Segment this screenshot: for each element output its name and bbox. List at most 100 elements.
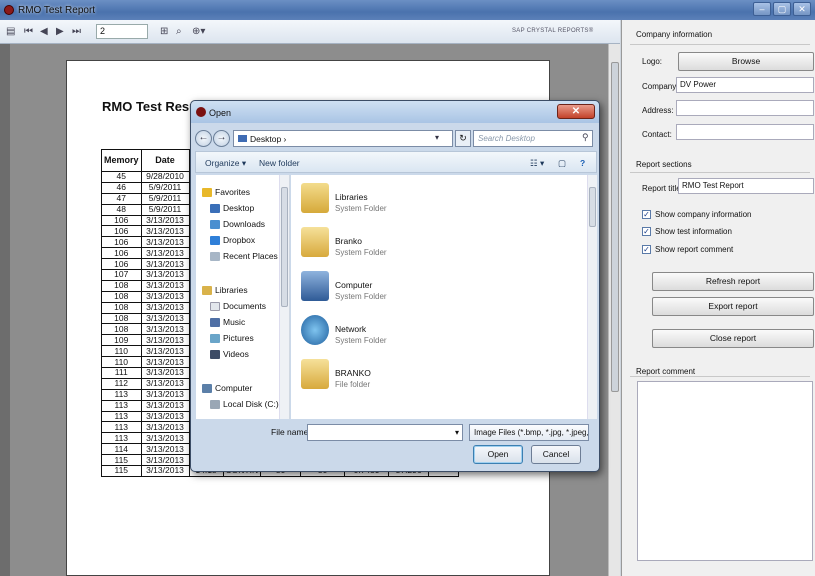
navigation-pane: Favorites Desktop Downloads Dropbox Rece… — [196, 175, 290, 419]
maximize-button[interactable]: ▢ — [773, 2, 791, 16]
view-options-icon[interactable]: ☷ ▾ — [530, 158, 544, 169]
table-cell: 106 — [101, 258, 142, 271]
folder-icon — [238, 135, 247, 142]
file-type: System Folder — [335, 248, 387, 257]
nav-label: Dropbox — [223, 235, 256, 245]
file-item[interactable]: Network System Folder — [301, 315, 501, 357]
preview-pane-icon[interactable]: ▢ — [558, 158, 566, 169]
file-scrollbar[interactable] — [587, 175, 597, 419]
nav-label: Favorites — [215, 187, 250, 197]
file-type-select[interactable]: Image Files (*.bmp, *.jpg, *.jpeg, * — [469, 424, 589, 441]
nav-label: Downloads — [223, 219, 266, 229]
show-comment-checkbox[interactable]: ✓ — [642, 245, 651, 254]
table-header-cell: Date — [140, 149, 190, 172]
refresh-report-button[interactable]: Refresh report — [652, 272, 814, 291]
last-page-icon[interactable]: ⏭ — [72, 26, 81, 37]
show-comment-label: Show report comment — [655, 245, 734, 254]
new-folder-button[interactable]: New folder — [259, 158, 300, 168]
table-cell: 45 — [101, 171, 142, 183]
search-icon[interactable]: ⚲ — [582, 132, 589, 143]
close-button[interactable]: ✕ — [793, 2, 811, 16]
address-location: Desktop › — [250, 134, 287, 144]
window-controls: – ▢ ✕ — [753, 2, 811, 16]
address-field[interactable] — [676, 100, 814, 116]
nav-downloads[interactable]: Downloads — [210, 219, 266, 230]
nav-recent-places[interactable]: Recent Places — [210, 251, 278, 262]
table-cell: 3/13/2013 — [140, 247, 190, 260]
table-cell: 46 — [101, 181, 142, 194]
find-icon[interactable]: ⌕ — [176, 26, 182, 37]
nav-videos[interactable]: Videos — [210, 349, 249, 360]
nav-local-disk[interactable]: Local Disk (C:) — [210, 399, 279, 410]
minimize-button[interactable]: – — [753, 2, 771, 16]
export-icon[interactable]: ▤ — [6, 26, 15, 37]
music-icon — [210, 318, 220, 328]
page-number-input[interactable]: 2 — [96, 24, 148, 39]
nav-label: Pictures — [223, 333, 254, 343]
file-name: Network — [335, 324, 367, 334]
back-arrow-icon[interactable]: ← — [195, 130, 212, 147]
address-bar[interactable]: Desktop › — [233, 130, 453, 147]
prev-page-icon[interactable]: ◀ — [40, 26, 48, 37]
nav-dropbox[interactable]: Dropbox — [210, 235, 256, 246]
table-cell: 115 — [101, 465, 142, 477]
show-company-checkbox[interactable]: ✓ — [642, 210, 651, 219]
next-page-icon[interactable]: ▶ — [56, 26, 64, 37]
cancel-button[interactable]: Cancel — [531, 445, 581, 464]
table-cell: 109 — [101, 334, 142, 347]
report-comment-field[interactable] — [637, 381, 813, 561]
help-icon[interactable]: ? — [580, 158, 585, 168]
nav-pictures[interactable]: Pictures — [210, 333, 254, 344]
nav-libraries[interactable]: Libraries — [202, 285, 248, 296]
browse-button[interactable]: Browse — [678, 52, 814, 71]
show-test-checkbox[interactable]: ✓ — [642, 227, 651, 236]
scrollbar-thumb[interactable] — [611, 62, 619, 392]
zoom-icon[interactable]: ⊕▾ — [192, 26, 205, 37]
contact-field[interactable] — [676, 124, 814, 140]
table-cell: 3/13/2013 — [140, 334, 190, 347]
address-dropdown-icon[interactable]: ▾ — [435, 133, 439, 142]
dialog-close-button[interactable]: ✕ — [557, 104, 595, 119]
table-cell: 3/13/2013 — [140, 454, 190, 467]
close-report-button[interactable]: Close report — [652, 329, 814, 348]
nav-label: Desktop — [223, 203, 255, 213]
organize-button[interactable]: Organize ▾ — [205, 158, 246, 169]
scrollbar-thumb[interactable] — [589, 187, 596, 227]
nav-documents[interactable]: Documents — [210, 301, 266, 312]
first-page-icon[interactable]: ⏮ — [24, 26, 33, 37]
file-item[interactable]: BRANKO File folder — [301, 359, 501, 401]
company-field[interactable]: DV Power — [676, 77, 814, 93]
table-cell: 108 — [101, 312, 142, 325]
viewer-scrollbar[interactable] — [608, 44, 620, 576]
nav-music[interactable]: Music — [210, 317, 246, 328]
scrollbar-thumb[interactable] — [281, 187, 288, 307]
table-cell: 108 — [101, 301, 142, 314]
toggle-tree-icon[interactable]: ⊞ — [160, 26, 168, 37]
nav-label: Music — [223, 317, 246, 327]
forward-arrow-icon[interactable]: → — [213, 130, 230, 147]
dialog-title: Open — [209, 108, 232, 118]
nav-scrollbar[interactable] — [279, 175, 289, 419]
file-name: BRANKO — [335, 368, 371, 378]
file-item[interactable]: Computer System Folder — [301, 271, 501, 313]
dialog-command-bar: Organize ▾ New folder ☷ ▾ ▢ ? — [195, 151, 597, 173]
contact-label: Contact: — [642, 130, 672, 139]
file-name-input[interactable] — [307, 424, 463, 441]
search-input[interactable]: Search Desktop — [473, 130, 593, 147]
nav-favorites[interactable]: Favorites — [202, 187, 250, 198]
nav-computer[interactable]: Computer — [202, 383, 252, 394]
file-name-dropdown-icon[interactable]: ▾ — [455, 428, 459, 437]
refresh-icon[interactable]: ↻ — [455, 130, 471, 147]
network-icon — [301, 315, 329, 345]
pictures-icon — [210, 334, 220, 344]
file-item[interactable]: Branko System Folder — [301, 227, 501, 269]
open-button[interactable]: Open — [473, 445, 523, 464]
file-item[interactable]: Libraries System Folder — [301, 183, 501, 225]
nav-desktop[interactable]: Desktop — [210, 203, 255, 214]
export-report-button[interactable]: Export report — [652, 297, 814, 316]
table-cell: 112 — [101, 377, 142, 390]
table-cell: 3/13/2013 — [140, 421, 190, 434]
address-label: Address: — [642, 106, 674, 115]
report-title-field[interactable]: RMO Test Report — [678, 178, 814, 194]
nav-label: Libraries — [215, 285, 248, 295]
